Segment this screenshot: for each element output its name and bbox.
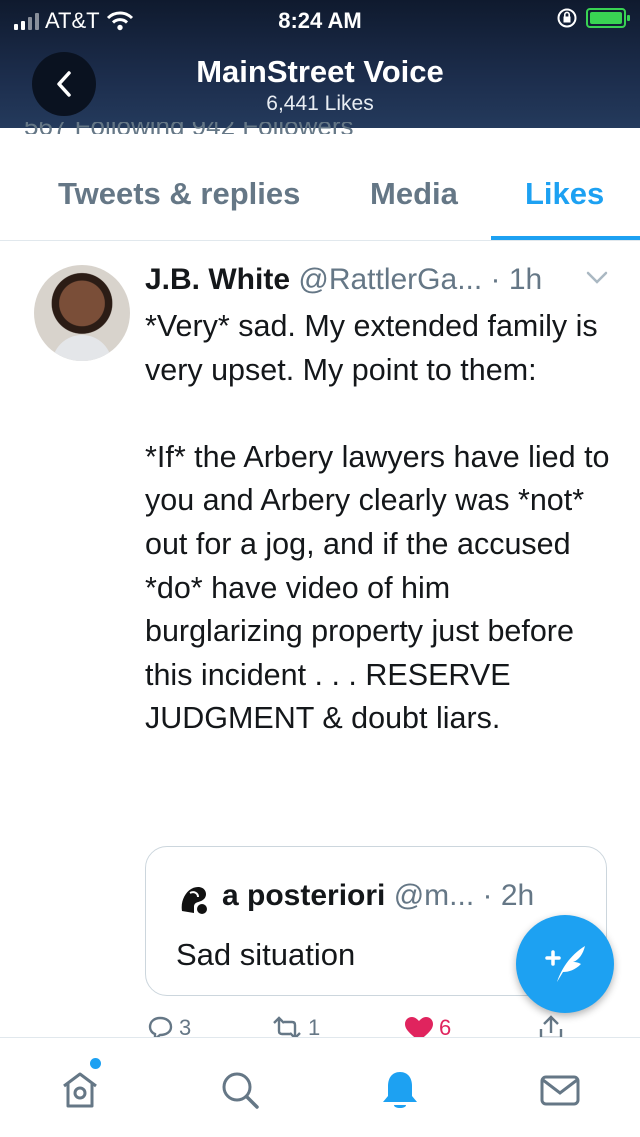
quoted-author-handle: @m... <box>393 879 475 912</box>
quoted-tweet-text: Sad situation <box>176 937 356 972</box>
like-button[interactable]: 6 <box>403 1015 451 1037</box>
messages-icon <box>540 1075 580 1106</box>
author-name[interactable]: J.B. White <box>145 263 290 296</box>
home-tab[interactable] <box>56 1066 104 1114</box>
compose-tweet-button[interactable] <box>516 915 614 1013</box>
tab-media[interactable]: Media <box>370 176 458 212</box>
tweet-text: *Very* sad. My extended family is very u… <box>145 309 610 736</box>
status-bar: AT&T 8:24 AM <box>0 0 640 40</box>
quoted-tweet-header: a posteriori @m... · 2h <box>222 879 534 913</box>
avatar[interactable] <box>34 265 130 361</box>
tweet-time: · 1h <box>490 263 543 296</box>
search-icon <box>222 1072 259 1109</box>
notifications-tab[interactable] <box>376 1066 424 1114</box>
unread-indicator <box>90 1058 101 1069</box>
profile-tabs: Tweets & replies Media Likes <box>0 140 640 241</box>
bottom-tab-bar <box>0 1037 640 1137</box>
caret-down-icon[interactable] <box>586 271 608 285</box>
tweet-actions: 3 1 6 <box>145 1013 595 1037</box>
quoted-tweet-time: · 2h <box>482 879 535 912</box>
page-title: MainStreet Voice <box>196 54 444 89</box>
share-button[interactable] <box>537 1015 565 1037</box>
tab-tweets-replies[interactable]: Tweets & replies <box>58 176 300 212</box>
battery-icon <box>586 8 630 28</box>
notifications-icon <box>383 1072 417 1108</box>
navigation-header: AT&T 8:24 AM MainStreet Voice 6,441 Like… <box>0 0 640 128</box>
status-time: 8:24 AM <box>278 8 362 33</box>
tab-likes[interactable]: Likes <box>525 176 604 212</box>
quoted-author-name: a posteriori <box>222 879 386 912</box>
reply-count: 3 <box>179 1015 192 1037</box>
skunk-avatar-icon <box>181 887 207 914</box>
compose-tweet-icon <box>545 946 585 982</box>
retweet-button[interactable]: 1 <box>270 1015 320 1037</box>
reply-icon <box>148 1016 173 1037</box>
share-icon <box>539 1015 563 1037</box>
retweet-icon <box>273 1016 301 1037</box>
tweet-header: J.B. White @RattlerGa... · 1h <box>145 263 542 297</box>
search-tab[interactable] <box>216 1066 264 1114</box>
author-handle[interactable]: @RattlerGa... <box>298 263 482 296</box>
heart-icon <box>405 1017 433 1037</box>
orientation-lock-icon <box>557 8 577 28</box>
home-icon <box>63 1072 97 1108</box>
active-tab-indicator <box>491 236 640 240</box>
likes-count: 6,441 Likes <box>266 92 374 115</box>
reply-button[interactable]: 3 <box>145 1015 191 1037</box>
profile-stats-peek: 567 Following 942 Followers <box>24 122 354 134</box>
like-count: 6 <box>439 1015 452 1037</box>
retweet-count: 1 <box>308 1015 321 1037</box>
messages-tab[interactable] <box>536 1066 584 1114</box>
